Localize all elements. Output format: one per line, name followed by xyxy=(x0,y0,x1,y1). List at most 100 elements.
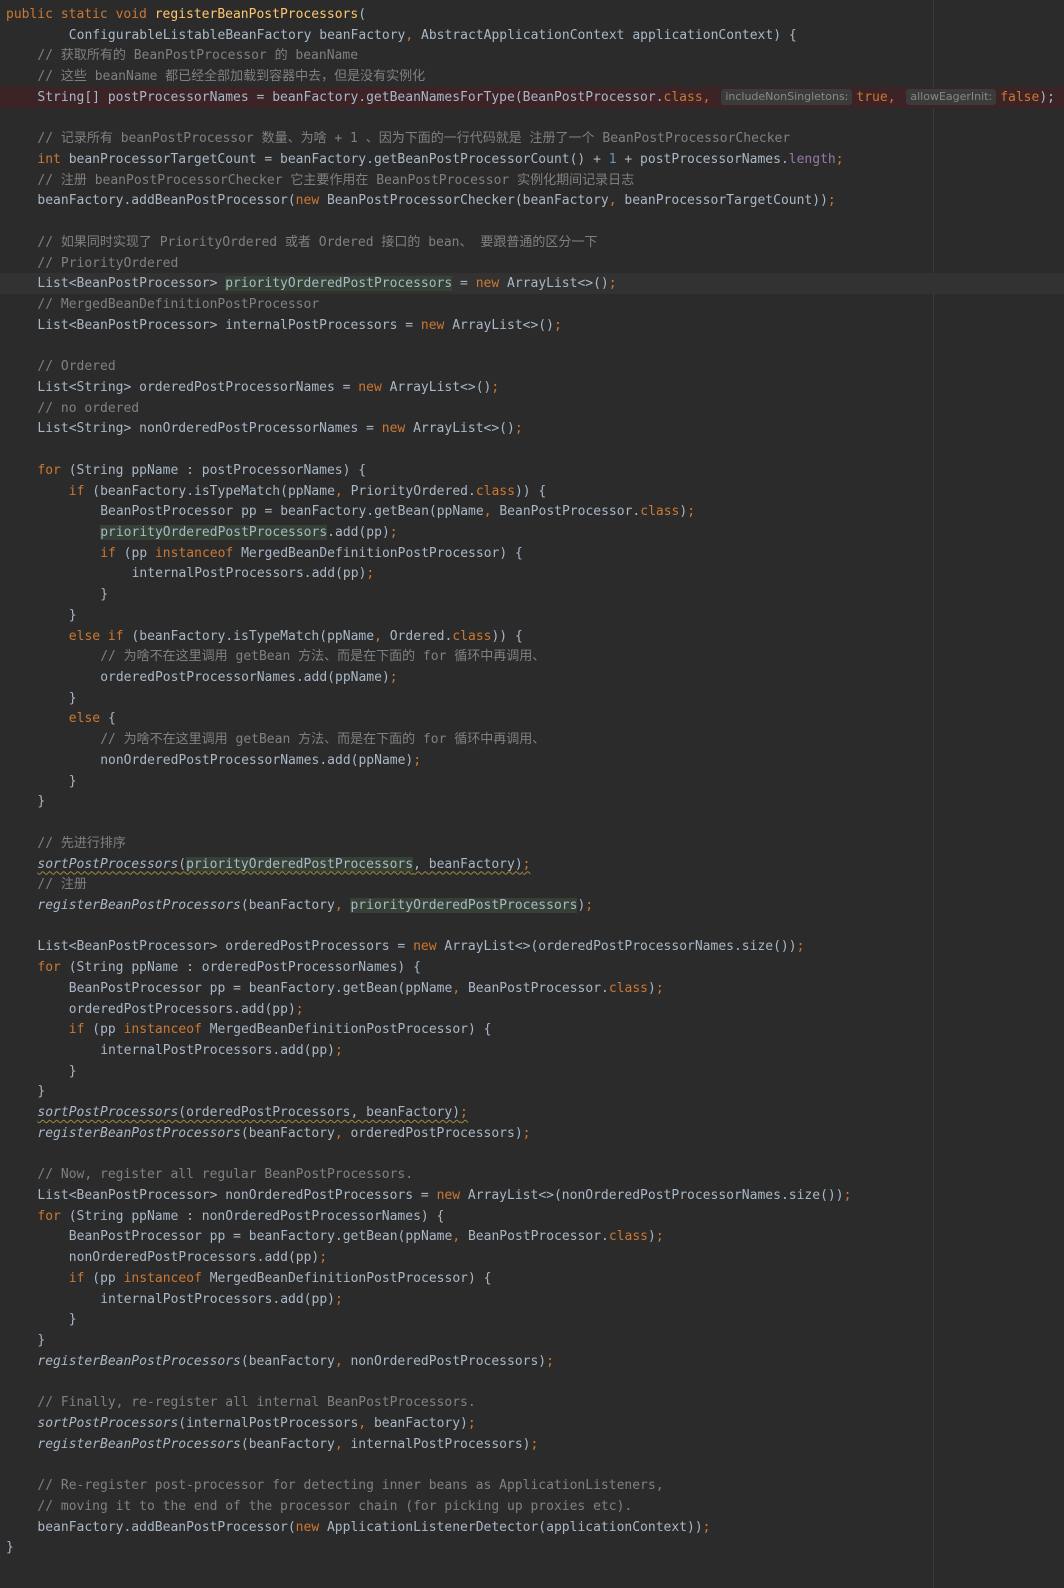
code-token: , xyxy=(334,483,351,499)
code-token: , xyxy=(334,1125,351,1141)
code-line[interactable]: BeanPostProcessor pp = beanFactory.getBe… xyxy=(0,501,1064,522)
code-line[interactable]: // 先进行排序 xyxy=(0,833,1064,854)
code-line[interactable]: if (pp instanceof MergedBeanDefinitionPo… xyxy=(0,543,1064,564)
code-line[interactable] xyxy=(0,916,1064,937)
code-line[interactable]: internalPostProcessors.add(pp); xyxy=(0,1289,1064,1310)
code-line[interactable]: // Now, register all regular BeanPostPro… xyxy=(0,1164,1064,1185)
code-line[interactable]: // MergedBeanDefinitionPostProcessor xyxy=(0,294,1064,315)
code-token: } xyxy=(37,794,46,810)
code-line[interactable]: beanFactory.addBeanPostProcessor(new Bea… xyxy=(0,190,1064,211)
code-line[interactable]: BeanPostProcessor pp = beanFactory.getBe… xyxy=(0,1226,1064,1247)
code-line[interactable] xyxy=(0,1454,1064,1475)
code-line[interactable]: // 为啥不在这里调用 getBean 方法、而是在下面的 for 循环中再调用… xyxy=(0,729,1064,750)
code-line[interactable]: internalPostProcessors.add(pp); xyxy=(0,1040,1064,1061)
code-line[interactable]: orderedPostProcessors.add(pp); xyxy=(0,999,1064,1020)
code-line[interactable]: } xyxy=(0,791,1064,812)
code-line[interactable]: registerBeanPostProcessors(beanFactory, … xyxy=(0,1351,1064,1372)
code-line[interactable] xyxy=(0,812,1064,833)
code-line[interactable]: internalPostProcessors.add(pp); xyxy=(0,563,1064,584)
code-line[interactable]: List<BeanPostProcessor> orderedPostProce… xyxy=(0,936,1064,957)
code-line[interactable]: orderedPostProcessorNames.add(ppName); xyxy=(0,667,1064,688)
code-line[interactable]: } xyxy=(0,605,1064,626)
code-line[interactable]: // 注册 xyxy=(0,874,1064,895)
code-line[interactable]: registerBeanPostProcessors(beanFactory, … xyxy=(0,895,1064,916)
code-line[interactable]: } xyxy=(0,688,1064,709)
code-line[interactable]: beanFactory.addBeanPostProcessor(new App… xyxy=(0,1517,1064,1538)
code-token: (String ppName : orderedPostProcessorNam… xyxy=(68,960,421,976)
code-line[interactable]: // Ordered xyxy=(0,356,1064,377)
code-token: MergedBeanDefinitionPostProcessor) { xyxy=(209,1022,492,1038)
code-token: registerBeanPostProcessors xyxy=(154,7,359,22)
code-line[interactable]: // PriorityOrdered xyxy=(0,253,1064,274)
code-line[interactable]: } xyxy=(0,1309,1064,1330)
code-token: } xyxy=(6,1540,14,1556)
code-token: new xyxy=(295,1519,327,1535)
code-line[interactable]: // Finally, re-register all internal Bea… xyxy=(0,1392,1064,1413)
code-line[interactable]: // 记录所有 beanPostProcessor 数量、为啥 + 1 、因为下… xyxy=(0,128,1064,149)
code-line[interactable]: // no ordered xyxy=(0,398,1064,419)
code-token: instanceof xyxy=(123,1022,210,1038)
code-token: priorityOrderedPostProcessors xyxy=(225,276,453,292)
code-line[interactable]: registerBeanPostProcessors(beanFactory, … xyxy=(0,1434,1064,1455)
code-line[interactable]: nonOrderedPostProcessors.add(pp); xyxy=(0,1247,1064,1268)
code-line[interactable]: } xyxy=(0,1061,1064,1082)
code-token: internalPostProcessors.add(pp) xyxy=(100,1043,335,1058)
code-line[interactable]: public static void registerBeanPostProce… xyxy=(0,4,1064,25)
code-token: orderedPostProcessors) xyxy=(350,1125,523,1141)
code-line[interactable]: } xyxy=(0,1081,1064,1102)
code-line[interactable]: BeanPostProcessor pp = beanFactory.getBe… xyxy=(0,978,1064,999)
code-line[interactable]: } xyxy=(0,1330,1064,1351)
code-line[interactable]: List<BeanPostProcessor> nonOrderedPostPr… xyxy=(0,1185,1064,1206)
parameter-hint: includeNonSingletons: xyxy=(721,88,853,105)
code-line[interactable]: } xyxy=(0,771,1064,792)
code-line[interactable] xyxy=(0,336,1064,357)
code-line[interactable]: for (String ppName : nonOrderedPostProce… xyxy=(0,1206,1064,1227)
code-line[interactable]: String[] postProcessorNames = beanFactor… xyxy=(0,86,1064,108)
code-line[interactable]: } xyxy=(0,584,1064,605)
code-line[interactable]: if (beanFactory.isTypeMatch(ppName, Prio… xyxy=(0,481,1064,502)
code-line[interactable]: for (String ppName : postProcessorNames)… xyxy=(0,460,1064,481)
code-token: registerBeanPostProcessors xyxy=(37,1436,241,1452)
code-line[interactable] xyxy=(0,1372,1064,1393)
code-line[interactable]: List<BeanPostProcessor> internalPostProc… xyxy=(0,315,1064,336)
code-line[interactable]: // 如果同时实现了 PriorityOrdered 或者 Ordered 接口… xyxy=(0,232,1064,253)
code-token: ; xyxy=(460,1105,468,1121)
code-token: , xyxy=(483,504,500,520)
code-line[interactable]: } xyxy=(0,1537,1064,1558)
code-token: false xyxy=(1000,89,1040,105)
code-token: ; xyxy=(413,752,422,768)
code-line[interactable]: List<BeanPostProcessor> priorityOrderedP… xyxy=(0,273,1064,295)
code-line[interactable]: registerBeanPostProcessors(beanFactory, … xyxy=(0,1123,1064,1144)
code-editor[interactable]: public static void registerBeanPostProce… xyxy=(0,0,1064,1588)
code-line[interactable]: else { xyxy=(0,708,1064,729)
code-line[interactable]: ConfigurableListableBeanFactory beanFact… xyxy=(0,25,1064,46)
code-line[interactable]: if (pp instanceof MergedBeanDefinitionPo… xyxy=(0,1268,1064,1289)
code-line[interactable]: int beanProcessorTargetCount = beanFacto… xyxy=(0,149,1064,170)
code-line[interactable]: // Re-register post-processor for detect… xyxy=(0,1475,1064,1496)
code-line[interactable]: List<String> nonOrderedPostProcessorName… xyxy=(0,418,1064,439)
code-token: // 注册 beanPostProcessorChecker 它主要作用在 Be… xyxy=(37,172,635,188)
code-line[interactable]: nonOrderedPostProcessorNames.add(ppName)… xyxy=(0,750,1064,771)
code-token: new xyxy=(475,276,508,292)
code-line[interactable]: // 获取所有的 BeanPostProcessor 的 beanName xyxy=(0,45,1064,66)
code-line[interactable]: // 为啥不在这里调用 getBean 方法、而是在下面的 for 循环中再调用… xyxy=(0,646,1064,667)
code-line[interactable] xyxy=(0,211,1064,232)
code-line[interactable]: // 注册 beanPostProcessorChecker 它主要作用在 Be… xyxy=(0,170,1064,191)
code-line[interactable]: for (String ppName : orderedPostProcesso… xyxy=(0,957,1064,978)
code-line[interactable]: List<String> orderedPostProcessorNames =… xyxy=(0,377,1064,398)
code-line[interactable]: sortPostProcessors(priorityOrderedPostPr… xyxy=(0,854,1064,875)
code-token: beanFactory) xyxy=(373,1415,468,1431)
code-line[interactable] xyxy=(0,439,1064,460)
code-line[interactable] xyxy=(0,1144,1064,1165)
code-line[interactable]: priorityOrderedPostProcessors.add(pp); xyxy=(0,522,1064,543)
code-line[interactable]: // moving it to the end of the processor… xyxy=(0,1496,1064,1517)
code-line[interactable] xyxy=(0,108,1064,129)
code-token: (String ppName : nonOrderedPostProcessor… xyxy=(68,1208,445,1224)
code-line[interactable]: // 这些 beanName 都已经全部加载到容器中去，但是没有实例化 xyxy=(0,66,1064,87)
code-line[interactable]: sortPostProcessors(internalPostProcessor… xyxy=(0,1413,1064,1434)
code-line[interactable]: sortPostProcessors(orderedPostProcessors… xyxy=(0,1102,1064,1123)
code-token: // Ordered xyxy=(37,359,116,375)
code-line[interactable]: else if (beanFactory.isTypeMatch(ppName,… xyxy=(0,626,1064,647)
code-token: ArrayList<>(orderedPostProcessorNames.si… xyxy=(444,939,797,955)
code-line[interactable]: if (pp instanceof MergedBeanDefinitionPo… xyxy=(0,1019,1064,1040)
